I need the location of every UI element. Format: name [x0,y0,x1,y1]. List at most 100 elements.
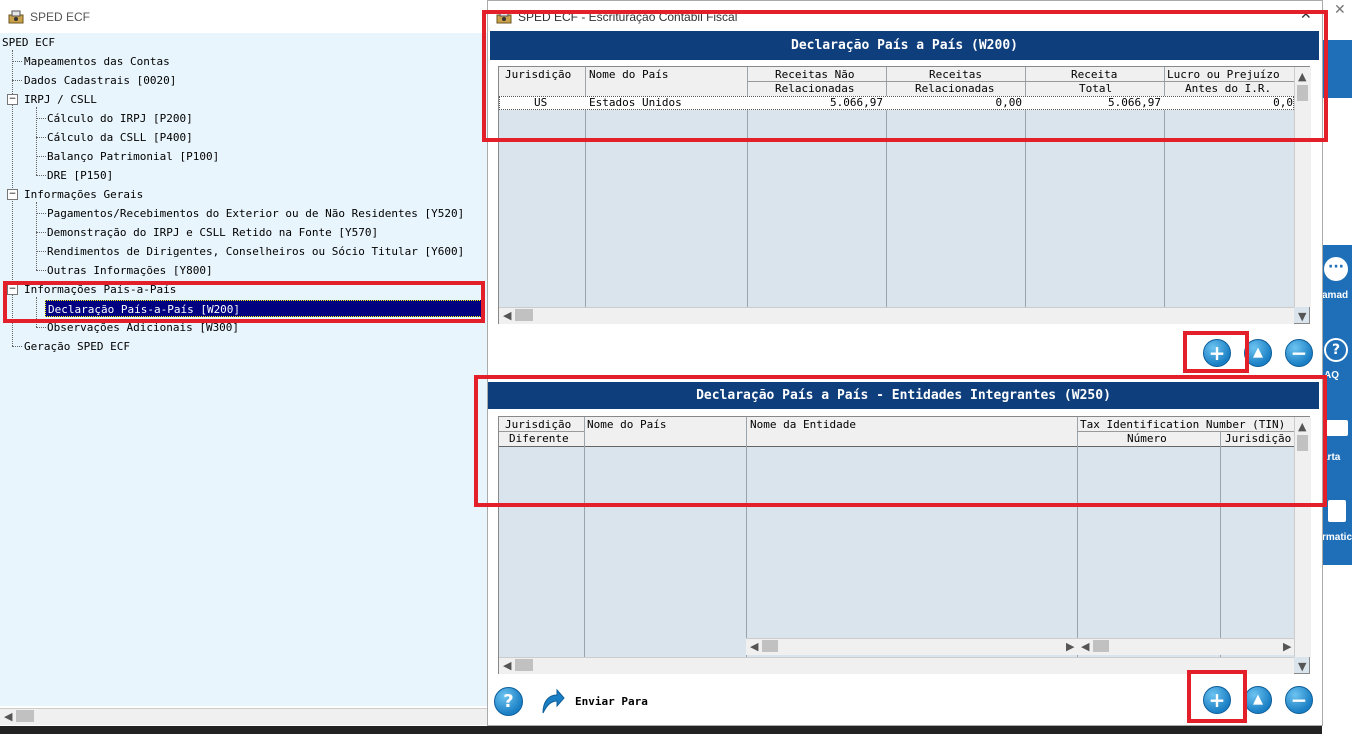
cell-rec-nao-rel[interactable]: 5.066,97 [751,96,883,109]
dialog-close-icon[interactable]: ✕ [1300,7,1312,23]
tree-item-mapeamentos[interactable]: Mapeamentos das Contas [24,55,170,68]
col-receitas-rel[interactable]: Receitas [929,68,982,81]
scroll-left-arrow-icon[interactable]: ◀ [750,640,758,653]
col-receita-total[interactable]: Receita [1071,68,1117,81]
scroll-thumb[interactable] [1297,85,1308,101]
col-tin[interactable]: Tax Identification Number (TIN) [1080,418,1294,431]
tree-item-root[interactable]: SPED ECF [2,36,55,49]
w250-grid: Jurisdição Diferente Nome do País Nome d… [498,416,1311,674]
w250-move-up-button[interactable]: ▲ [1244,686,1272,714]
tree-item-irpj-csll[interactable]: IRPJ / CSLL [24,93,97,106]
w250-remove-button[interactable]: − [1285,686,1313,714]
tree-item-w300[interactable]: Observações Adicionais [W300] [47,321,239,334]
document-icon[interactable] [1328,500,1346,522]
tree-item-y520[interactable]: Pagamentos/Recebimentos do Exterior ou d… [47,207,464,220]
tree-line [36,213,46,214]
cell-jurisdicao[interactable]: US [534,96,547,109]
dialog-titlebar: SPED ECF - Escrituração Contábil Fiscal [488,1,1322,33]
col-jurisdicao-dif[interactable]: Jurisdição [505,418,571,431]
tree-item-y600[interactable]: Rendimentos de Dirigentes, Conselheiros … [47,245,464,258]
col-receitas-nao-rel-sub[interactable]: Relacionadas [775,82,854,95]
tree-item-geracao[interactable]: Geração SPED ECF [24,340,130,353]
mail-icon[interactable] [1326,420,1348,436]
tree-item-dados-cadastrais[interactable]: Dados Cadastrais [0020] [24,74,176,87]
chat-icon[interactable]: ··· [1324,257,1348,281]
tree-item-balanco[interactable]: Balanço Patrimonial [P100] [47,150,219,163]
tree-line [36,137,46,138]
tree-expander[interactable]: − [7,284,18,295]
tree-horizontal-scrollbar[interactable] [0,708,487,725]
background-app-close-icon[interactable]: ✕ [1334,2,1346,18]
tree-item-w200-selected[interactable]: Declaração País-a-País [W200] [45,300,482,317]
help-button[interactable]: ? [494,687,523,716]
send-to-label[interactable]: Enviar Para [575,695,648,708]
scroll-left-arrow-icon[interactable]: ◀ [503,659,511,672]
col-nome-pais[interactable]: Nome do País [587,418,666,431]
background-app-label: rmatic [1322,532,1352,543]
scroll-left-arrow-icon[interactable]: ◀ [503,309,511,322]
w250-vertical-scrollbar[interactable] [1294,417,1311,657]
grid-column-divider [746,417,747,673]
col-nome-pais[interactable]: Nome do País [589,68,668,81]
col-lucro-sub[interactable]: Antes do I.R. [1185,82,1271,95]
background-app-top-band [1322,40,1352,98]
w250-add-button[interactable]: + [1203,686,1231,714]
col-tin-numero[interactable]: Número [1127,432,1167,445]
tree-item-calculo-irpj[interactable]: Cálculo do IRPJ [P200] [47,112,193,125]
scroll-down-arrow-icon[interactable]: ▼ [1298,660,1306,673]
tree-expander[interactable]: − [7,94,18,105]
w200-horizontal-scrollbar[interactable] [499,307,1294,324]
scroll-thumb[interactable] [16,710,34,722]
w200-move-up-button[interactable]: ▲ [1244,339,1272,367]
tree-line [12,346,22,347]
scroll-thumb[interactable] [762,640,778,652]
w250-column-scrollbar[interactable] [746,638,1077,655]
scroll-left-arrow-icon[interactable]: ◀ [1081,640,1089,653]
cell-lucro[interactable]: 0,0 [1168,96,1293,109]
col-nome-entidade[interactable]: Nome da Entidade [750,418,856,431]
scroll-right-arrow-icon[interactable]: ▶ [1066,640,1074,653]
scroll-thumb[interactable] [1093,640,1109,652]
grid-column-divider [1220,432,1221,673]
w250-column-scrollbar[interactable] [1077,638,1294,655]
w200-add-button[interactable]: + [1203,339,1231,367]
w250-header: Declaração País a País - Entidades Integ… [488,382,1319,409]
tree-item-dre[interactable]: DRE [P150] [47,169,113,182]
tree-item-pais-a-pais[interactable]: Informações País-a-País [24,283,176,296]
background-app-label: AQ [1324,370,1339,381]
tree-item-y570[interactable]: Demonstração do IRPJ e CSLL Retido na Fo… [47,226,378,239]
cell-rec-total[interactable]: 5.066,97 [1029,96,1161,109]
scroll-right-arrow-icon[interactable]: ▶ [1283,640,1291,653]
col-tin-jurisdicao[interactable]: Jurisdição [1225,432,1294,445]
w200-remove-button[interactable]: − [1285,339,1313,367]
taskbar-strip [0,726,1352,734]
cell-rec-rel[interactable]: 0,00 [890,96,1023,109]
col-receitas-nao-rel[interactable]: Receitas Não [775,68,854,81]
col-lucro[interactable]: Lucro ou Prejuízo [1167,68,1293,81]
w200-vertical-scrollbar[interactable] [1294,67,1311,307]
scroll-up-arrow-icon[interactable]: ▲ [1298,70,1306,83]
col-receitas-rel-sub[interactable]: Relacionadas [915,82,994,95]
tree-line [36,327,46,328]
scroll-down-arrow-icon[interactable]: ▼ [1298,310,1306,323]
w250-horizontal-scrollbar[interactable] [499,657,1294,674]
scroll-thumb[interactable] [515,309,533,321]
col-jurisdicao-dif-sub[interactable]: Diferente [509,432,569,445]
scroll-left-arrow-icon[interactable]: ◀ [4,710,12,723]
tree-line [36,118,46,119]
scroll-thumb[interactable] [1297,435,1308,451]
tree-item-calculo-csll[interactable]: Cálculo da CSLL [P400] [47,131,193,144]
left-window: SPED ECF − − − SPED ECF Mapeamentos das … [0,0,487,734]
col-receita-total-sub[interactable]: Total [1079,82,1112,95]
cell-nome-pais[interactable]: Estados Unidos [589,96,682,109]
col-jurisdicao[interactable]: Jurisdição [505,68,571,81]
send-arrow-icon[interactable] [539,687,565,715]
tree-item-y800[interactable]: Outras Informações [Y800] [47,264,213,277]
faq-icon[interactable]: ? [1324,338,1348,362]
scroll-up-arrow-icon[interactable]: ▲ [1298,420,1306,433]
tree-expander[interactable]: − [7,189,18,200]
scroll-thumb[interactable] [515,659,533,671]
w200-header: Declaração País a País (W200) [490,31,1319,60]
dialog-app-icon [496,10,512,24]
tree-item-informacoes-gerais[interactable]: Informações Gerais [24,188,143,201]
